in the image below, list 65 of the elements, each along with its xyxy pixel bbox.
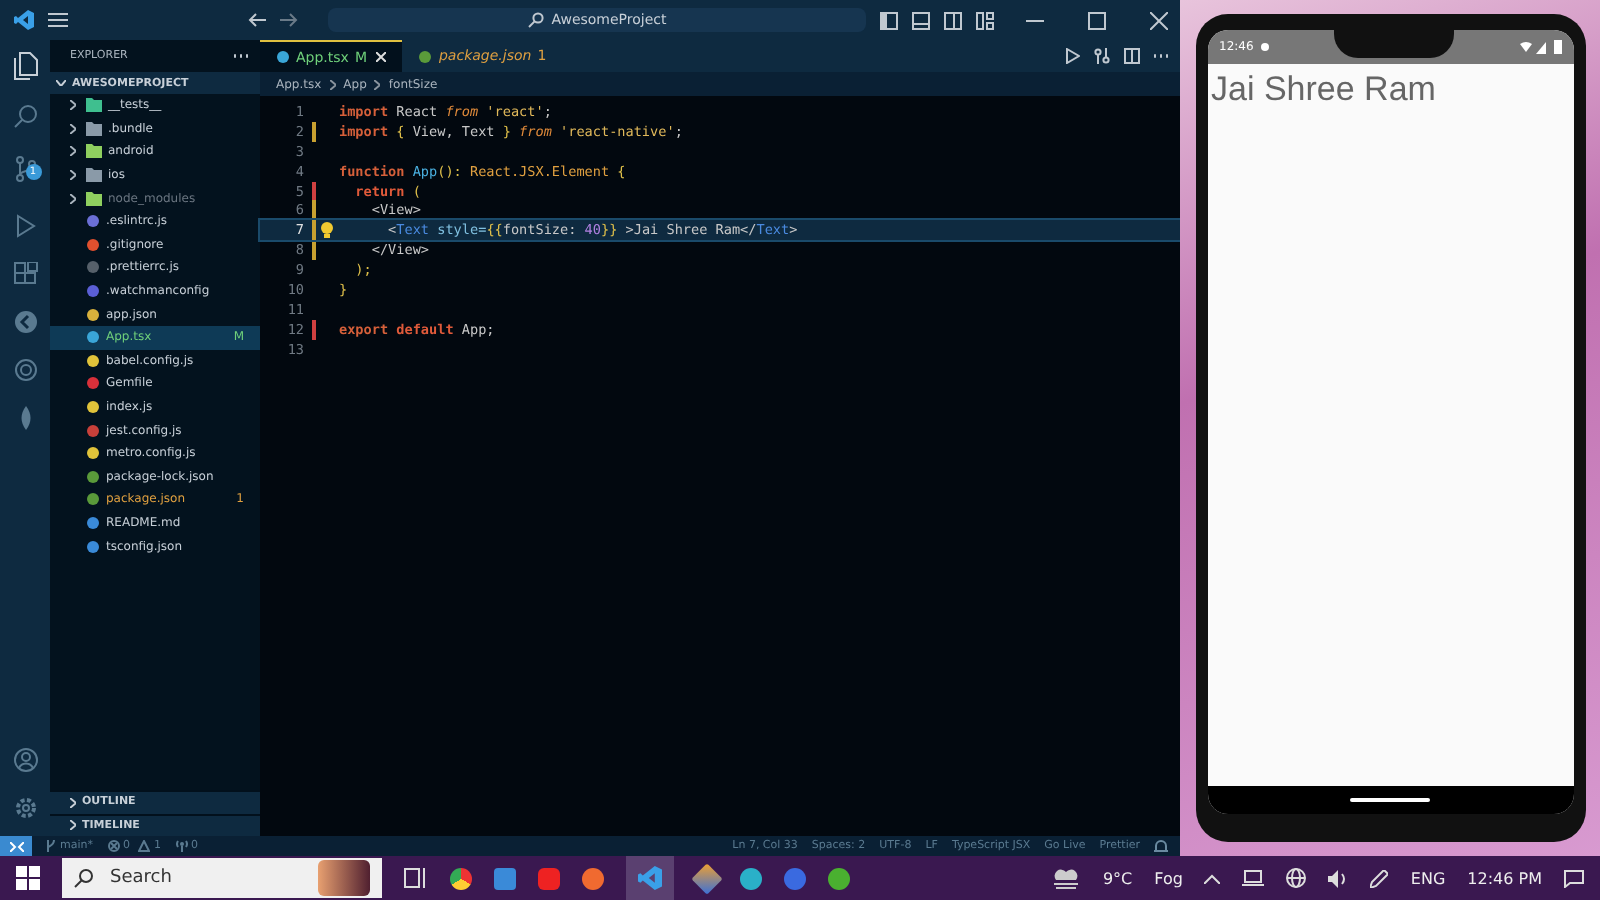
bell-icon[interactable] [1154,839,1168,853]
chevron-right-icon [70,170,76,181]
task-view-icon[interactable] [404,868,428,888]
notifications-icon[interactable] [1564,869,1584,887]
camera-notch [1334,30,1455,58]
taskbar-clock[interactable]: 12:46 PM [1467,869,1542,887]
pen-icon[interactable] [1370,869,1389,887]
chevron-right-icon [70,193,76,204]
app-icon[interactable] [740,867,762,889]
branch-icon [46,840,56,852]
home-handle[interactable] [1350,798,1430,802]
search-icon [74,868,94,888]
forward-arrow-icon[interactable] [279,12,298,28]
antenna-icon [175,840,187,852]
search-icon[interactable] [13,104,37,128]
weather-condition[interactable]: Fog [1154,869,1183,887]
lightbulb-icon[interactable] [320,222,334,239]
chevron-right-icon [70,123,76,134]
run-debug-icon[interactable] [13,214,37,238]
input-language[interactable]: ENG [1410,869,1446,887]
back-arrow-icon[interactable] [247,12,266,28]
settings-icon[interactable] [13,796,37,820]
notification-icon [1259,42,1270,52]
run-icon[interactable] [1065,48,1079,64]
globe-icon[interactable] [1286,868,1307,888]
source-control-icon[interactable] [13,156,37,182]
maximize-icon[interactable] [1088,11,1106,29]
close-icon[interactable] [1150,11,1168,29]
taskbar-search-field[interactable]: Search [62,858,382,898]
chevron-right-icon [70,146,76,157]
search-highlight-drawing [318,860,370,896]
remote-indicator[interactable] [0,836,32,856]
toggle-panel-icon[interactable] [912,11,930,29]
laptop-icon[interactable] [1242,870,1265,886]
battery-icon [1553,40,1562,54]
app-icon[interactable] [828,867,850,889]
extensions-icon[interactable] [13,262,37,286]
toggle-sidebar-icon[interactable] [880,11,898,29]
search-icon [527,12,544,28]
app-text: Jai Shree Ram [1211,70,1436,108]
remote-icon [9,841,23,851]
wifi-signal-icon [1519,41,1548,53]
account-icon[interactable] [13,748,37,772]
split-editor-icon[interactable] [1123,48,1139,64]
chevron-right-icon [374,79,381,89]
menu-icon[interactable] [48,12,68,28]
chevron-up-icon[interactable] [1204,873,1221,883]
speaker-icon[interactable] [1328,869,1349,887]
app-icon[interactable] [784,867,806,889]
chevron-down-icon [56,80,66,86]
files-icon[interactable] [13,52,37,80]
toggle-secondary-sidebar-icon[interactable] [944,11,962,29]
error-icon [107,840,119,852]
chevron-right-icon [329,79,336,89]
layout-icon[interactable] [976,11,994,29]
chevron-right-icon [70,820,76,831]
warning-icon [138,840,150,852]
close-icon[interactable] [376,52,387,62]
app-icon[interactable] [582,867,604,889]
weather-temperature[interactable]: 9°C [1102,869,1133,887]
cloud-fog-icon [1052,867,1081,889]
chevron-right-icon [70,100,76,111]
compare-changes-icon[interactable] [1093,48,1109,64]
chevron-right-icon [70,797,76,808]
app-icon[interactable] [494,867,516,889]
